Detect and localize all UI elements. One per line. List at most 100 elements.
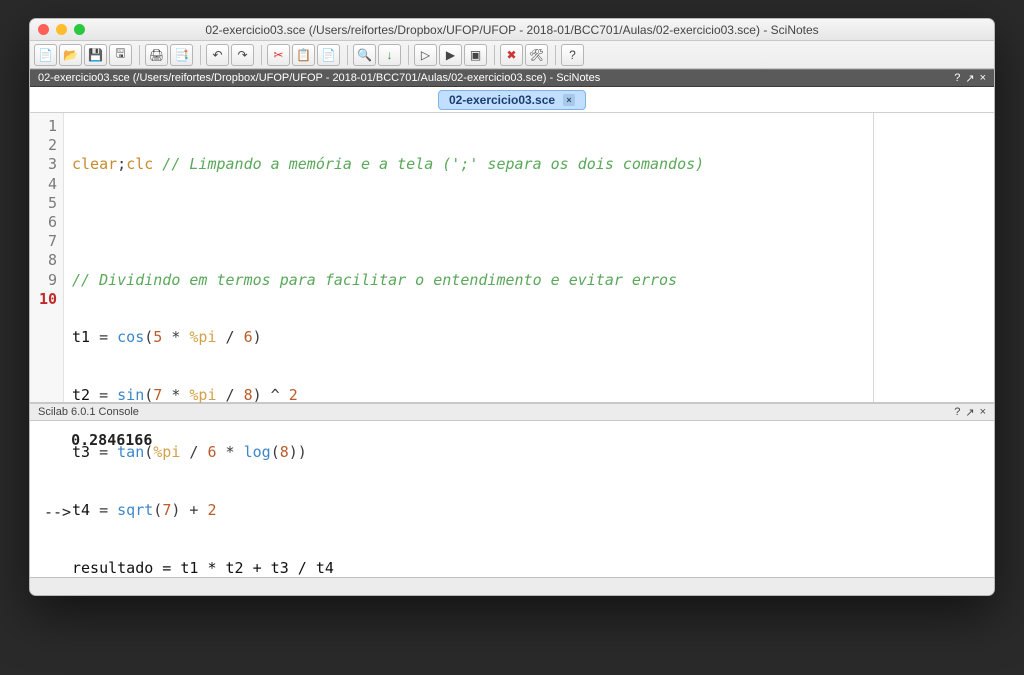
save-all-button[interactable]: 🖫 bbox=[109, 44, 132, 66]
save-button[interactable]: 💾 bbox=[84, 44, 107, 66]
operator: + bbox=[180, 501, 207, 520]
operator: * bbox=[162, 386, 189, 405]
line-number: 8 bbox=[32, 251, 57, 270]
toolbar-separator bbox=[408, 45, 409, 65]
console-pane-help-icon[interactable]: ? bbox=[954, 406, 960, 418]
operator: / bbox=[217, 328, 244, 347]
paren: ) bbox=[253, 328, 262, 347]
operator: = bbox=[99, 328, 108, 347]
preferences-button[interactable]: ✖ bbox=[500, 44, 523, 66]
line-number: 3 bbox=[32, 155, 57, 174]
traffic-lights bbox=[38, 24, 85, 35]
console-pane-expand-icon[interactable]: ↗ bbox=[965, 406, 974, 419]
window-title: 02-exercicio03.sce (/Users/reifortes/Dro… bbox=[38, 23, 986, 37]
paren: ) bbox=[253, 386, 262, 405]
number: 6 bbox=[244, 328, 253, 347]
line-number: 4 bbox=[32, 175, 57, 194]
operator: = bbox=[99, 443, 108, 462]
paren: ( bbox=[144, 328, 153, 347]
toolbar-separator bbox=[261, 45, 262, 65]
run-selection-button[interactable]: ▣ bbox=[464, 44, 487, 66]
number: 8 bbox=[244, 386, 253, 405]
toolbar-separator bbox=[494, 45, 495, 65]
editor-pane-close-icon[interactable]: × bbox=[980, 72, 986, 84]
run-file-button[interactable]: ▶ bbox=[439, 44, 462, 66]
minimize-window-icon[interactable] bbox=[56, 24, 67, 35]
operator: ; bbox=[117, 155, 126, 174]
print-button[interactable]: 🖨 bbox=[145, 44, 168, 66]
code-line[interactable]: resultado = t1 * t2 + t3 / t4 bbox=[72, 559, 865, 578]
line-number: 9 bbox=[32, 271, 57, 290]
line-number: 7 bbox=[32, 232, 57, 251]
copy-button[interactable]: 📋 bbox=[292, 44, 315, 66]
operator: * bbox=[162, 328, 189, 347]
paren: ( bbox=[271, 443, 280, 462]
print-preview-button[interactable]: 📑 bbox=[170, 44, 193, 66]
code-line[interactable]: t3 = tan(%pi / 6 * log(8)) bbox=[72, 443, 865, 462]
code-editor[interactable]: 1 2 3 4 5 6 7 8 9 10 clear;clc // Limpan… bbox=[30, 113, 994, 403]
constant: %pi bbox=[189, 386, 216, 405]
titlebar: 02-exercicio03.sce (/Users/reifortes/Dro… bbox=[30, 19, 994, 41]
toolbar-separator bbox=[555, 45, 556, 65]
find-button[interactable]: 🔍 bbox=[353, 44, 376, 66]
run-button[interactable]: ▷ bbox=[414, 44, 437, 66]
code-line[interactable]: t2 = sin(7 * %pi / 8) ^ 2 bbox=[72, 386, 865, 405]
number: 7 bbox=[162, 501, 171, 520]
code-line[interactable]: t1 = cos(5 * %pi / 6) bbox=[72, 328, 865, 347]
console-pane-close-icon[interactable]: × bbox=[980, 406, 986, 418]
close-window-icon[interactable] bbox=[38, 24, 49, 35]
editor-pane-header: 02-exercicio03.sce (/Users/reifortes/Dro… bbox=[30, 69, 994, 87]
line-number: 5 bbox=[32, 194, 57, 213]
line-gutter: 1 2 3 4 5 6 7 8 9 10 bbox=[30, 113, 64, 402]
help-button[interactable]: ? bbox=[561, 44, 584, 66]
app-window: 02-exercicio03.sce (/Users/reifortes/Dro… bbox=[29, 18, 995, 596]
code-line[interactable]: // Dividindo em termos para facilitar o … bbox=[72, 271, 865, 290]
editor-pane-help-icon[interactable]: ? bbox=[954, 72, 960, 84]
paren: ( bbox=[144, 443, 153, 462]
code-line[interactable]: clear;clc // Limpando a memória e a tela… bbox=[72, 155, 865, 174]
operator: * bbox=[217, 443, 244, 462]
identifier: t2 bbox=[72, 386, 99, 405]
constant: %pi bbox=[153, 443, 180, 462]
code-area[interactable]: clear;clc // Limpando a memória e a tela… bbox=[64, 113, 874, 402]
number: 2 bbox=[289, 386, 298, 405]
function: sin bbox=[117, 386, 144, 405]
number: 8 bbox=[280, 443, 289, 462]
operator: = bbox=[99, 501, 108, 520]
identifier: t3 bbox=[72, 443, 99, 462]
open-file-button[interactable]: 📂 bbox=[59, 44, 82, 66]
line-number-current: 10 bbox=[32, 290, 57, 309]
function: tan bbox=[117, 443, 144, 462]
code-line[interactable] bbox=[72, 213, 865, 232]
paste-button[interactable]: 📄 bbox=[317, 44, 340, 66]
keyword: clear bbox=[72, 155, 117, 174]
toolbar: 📄 📂 💾 🖫 🖨 📑 ↶ ↷ ✂ 📋 📄 🔍 ↓ ▷ ▶ ▣ ✖ 🛠 ? bbox=[30, 41, 994, 69]
code-line[interactable]: t4 = sqrt(7) + 2 bbox=[72, 501, 865, 520]
identifier: t4 bbox=[72, 501, 99, 520]
tab-close-icon[interactable]: × bbox=[563, 94, 575, 106]
redo-button[interactable]: ↷ bbox=[231, 44, 254, 66]
number: 6 bbox=[207, 443, 216, 462]
zoom-window-icon[interactable] bbox=[74, 24, 85, 35]
paren: ) bbox=[171, 501, 180, 520]
comment: // Dividindo em termos para facilitar o … bbox=[72, 271, 677, 290]
operator: / bbox=[180, 443, 207, 462]
cut-button[interactable]: ✂ bbox=[267, 44, 290, 66]
constant: %pi bbox=[189, 328, 216, 347]
line-number: 2 bbox=[32, 136, 57, 155]
line-number: 1 bbox=[32, 117, 57, 136]
number: 7 bbox=[153, 386, 162, 405]
function: sqrt bbox=[117, 501, 153, 520]
tools-button[interactable]: 🛠 bbox=[525, 44, 548, 66]
comment: // Limpando a memória e a tela (';' sepa… bbox=[153, 155, 704, 174]
undo-button[interactable]: ↶ bbox=[206, 44, 229, 66]
paren: ( bbox=[144, 386, 153, 405]
identifier: t1 bbox=[72, 328, 99, 347]
goto-line-button[interactable]: ↓ bbox=[378, 44, 401, 66]
toolbar-separator bbox=[200, 45, 201, 65]
tab-file[interactable]: 02-exercicio03.sce × bbox=[438, 90, 586, 110]
number: 5 bbox=[153, 328, 162, 347]
editor-pane-expand-icon[interactable]: ↗ bbox=[965, 72, 974, 85]
new-file-button[interactable]: 📄 bbox=[34, 44, 57, 66]
operator: = bbox=[99, 386, 108, 405]
